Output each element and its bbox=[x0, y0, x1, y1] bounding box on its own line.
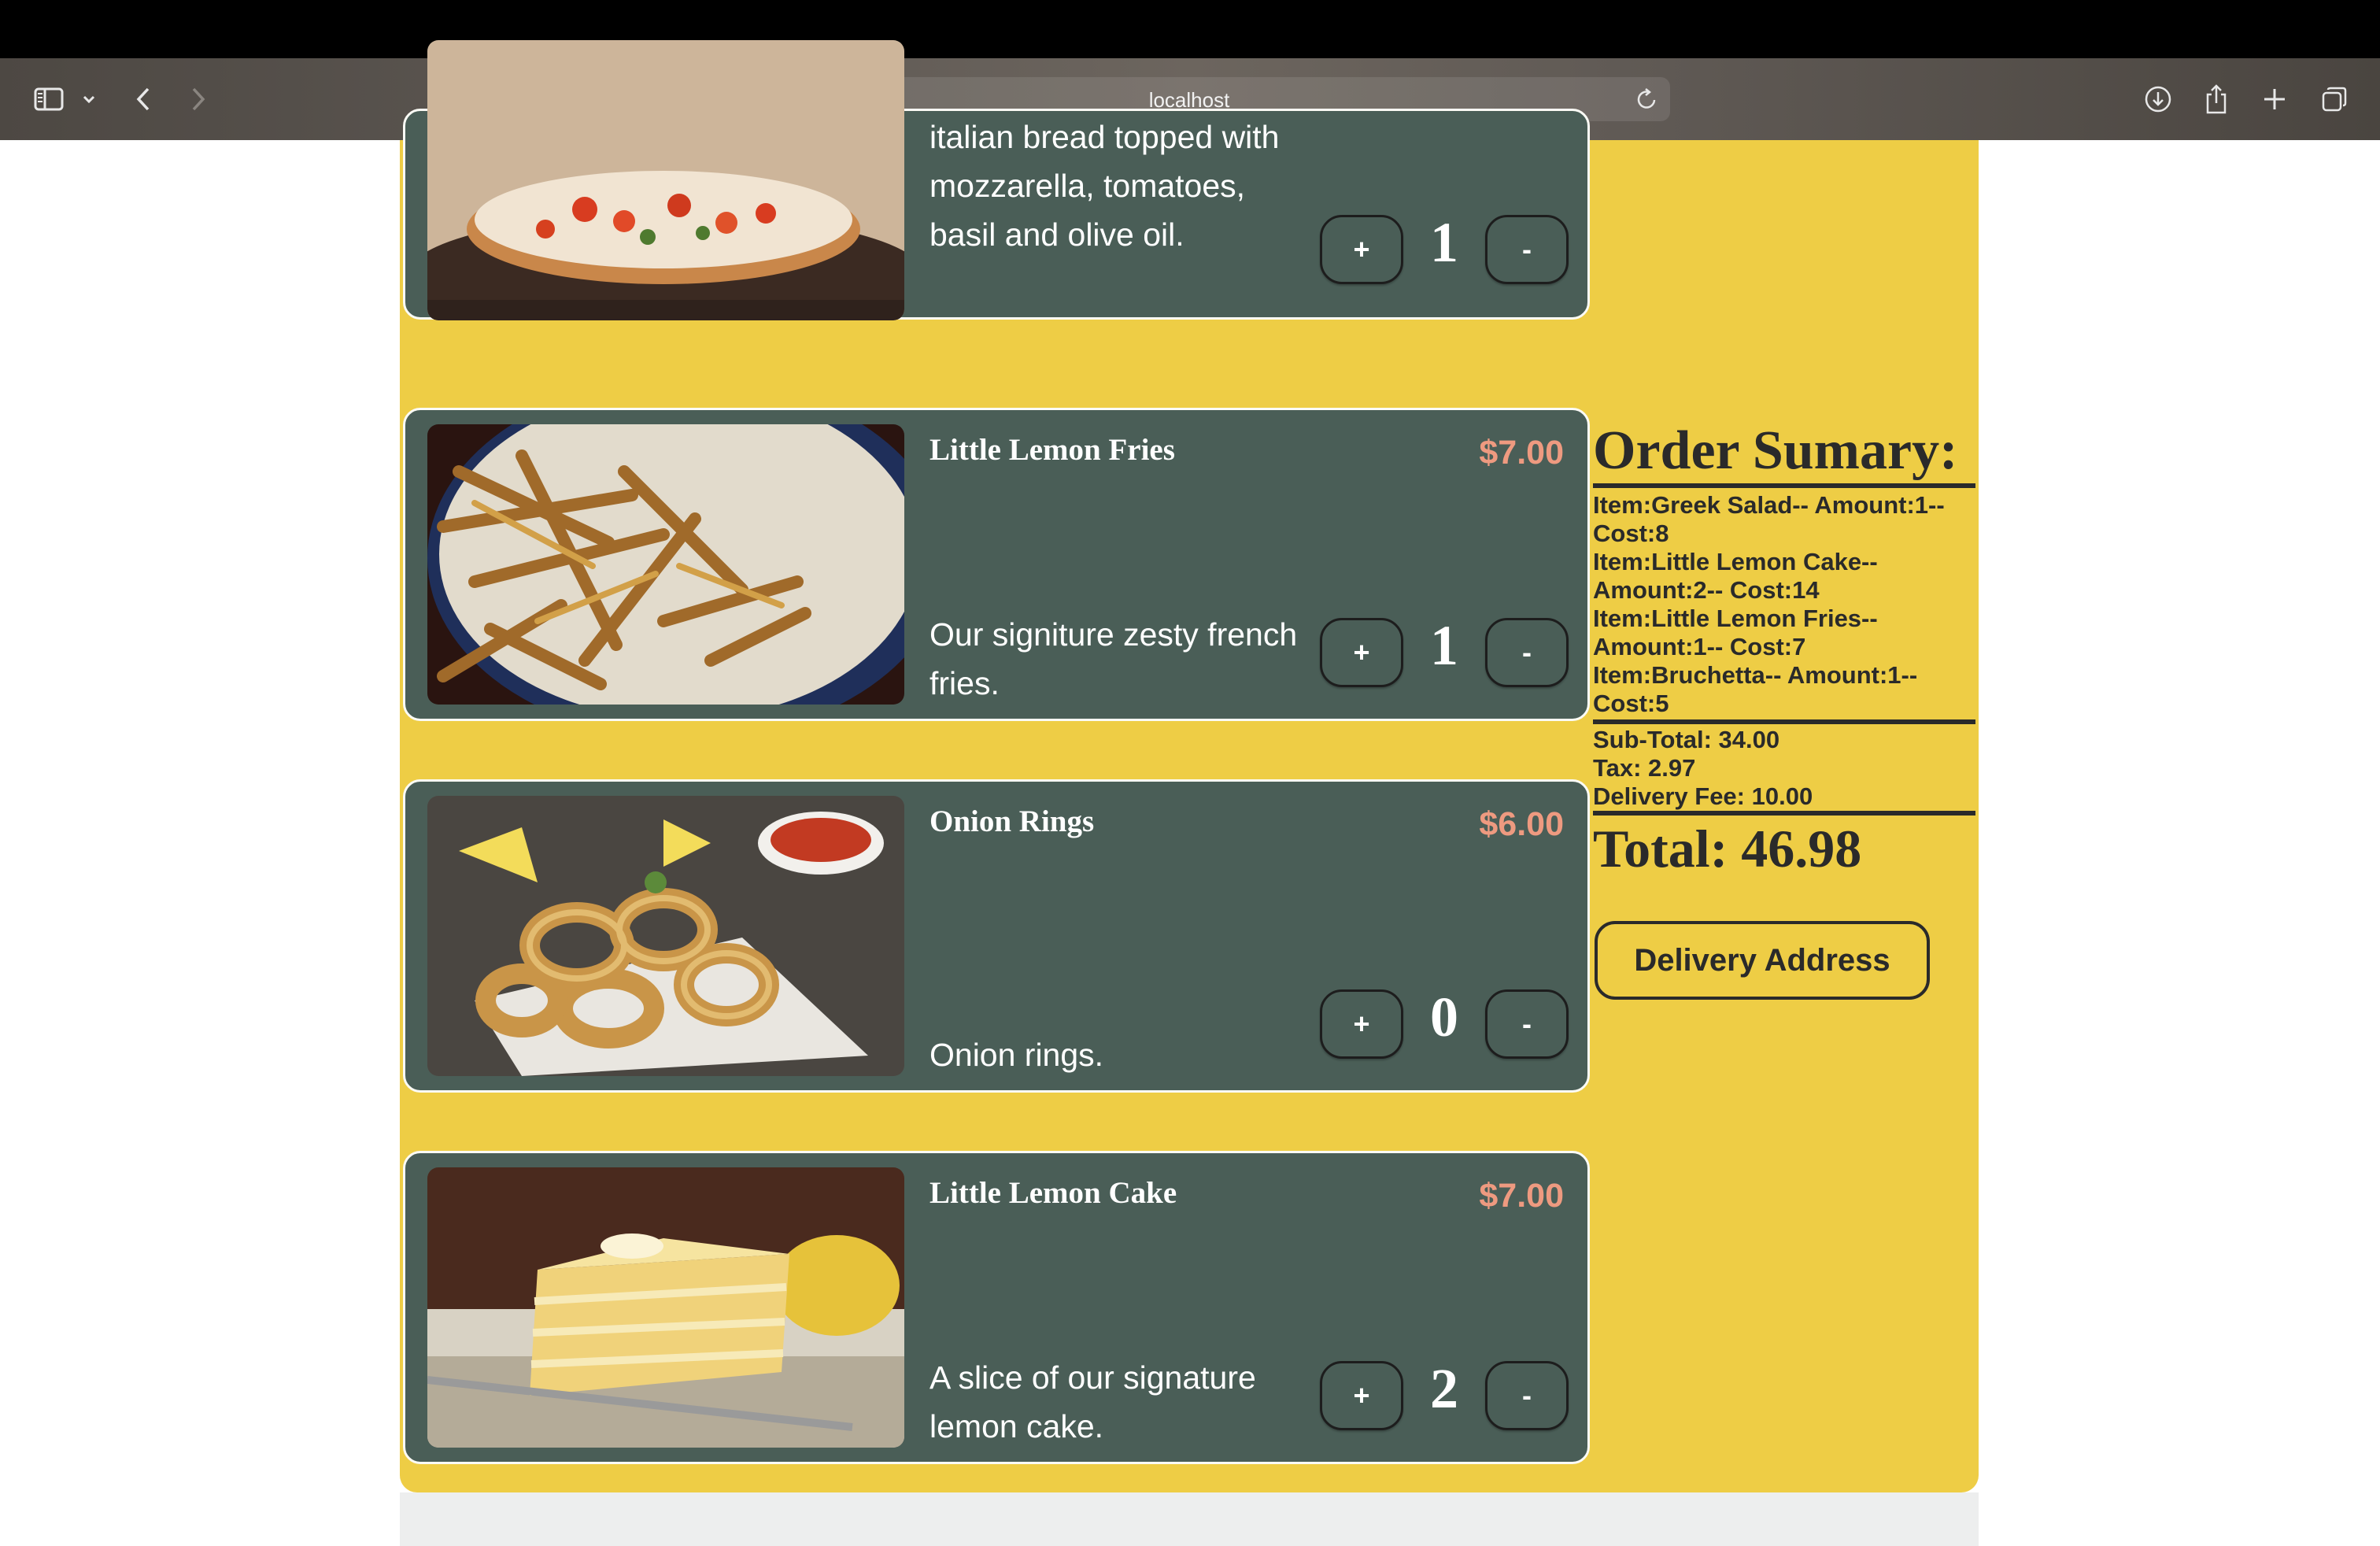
increase-quantity-button[interactable]: + bbox=[1320, 1361, 1403, 1430]
decrease-quantity-button[interactable]: - bbox=[1485, 989, 1569, 1059]
tax: Tax: 2.97 bbox=[1593, 754, 1696, 782]
summary-line: Item:Greek Salad-- Amount:1-- Cost:8 bbox=[1593, 491, 1945, 547]
decrease-quantity-button[interactable]: - bbox=[1485, 1361, 1569, 1430]
decrease-quantity-button[interactable]: - bbox=[1485, 618, 1569, 687]
dish-description: A slice of our signature lemon cake. bbox=[929, 1359, 1256, 1444]
summary-totals: Sub-Total: 34.00 Tax: 2.97 Delivery Fee:… bbox=[1593, 724, 1975, 811]
menu-item-card: Little Lemon Fries $7.00 Our signiture z… bbox=[403, 408, 1590, 721]
tab-overview-icon[interactable] bbox=[2319, 82, 2350, 117]
quantity-value: 0 bbox=[1430, 986, 1458, 1049]
sidebar-icon[interactable] bbox=[31, 82, 66, 117]
decrease-quantity-button[interactable]: - bbox=[1485, 215, 1569, 284]
quantity-value: 1 bbox=[1430, 211, 1458, 274]
fries-image bbox=[427, 424, 904, 705]
dish-name: Onion Rings bbox=[929, 804, 1095, 838]
dish-price: $7.00 bbox=[1479, 434, 1564, 472]
page-footer-area bbox=[400, 1492, 1979, 1546]
lemon-cake-image bbox=[427, 1167, 904, 1448]
dish-name: Little Lemon Fries bbox=[929, 433, 1175, 467]
summary-item-list: Item:Greek Salad-- Amount:1-- Cost:8 Ite… bbox=[1593, 488, 1975, 719]
increase-quantity-button[interactable]: + bbox=[1320, 618, 1403, 687]
bruchetta-image bbox=[427, 40, 904, 320]
dish-description: italian bread topped with mozzarella, to… bbox=[929, 119, 1280, 253]
downloads-icon[interactable] bbox=[2142, 82, 2174, 117]
dish-name: Little Lemon Cake bbox=[929, 1176, 1177, 1210]
dish-price: $7.00 bbox=[1479, 1177, 1564, 1215]
increase-quantity-button[interactable]: + bbox=[1320, 215, 1403, 284]
delivery-address-button[interactable]: Delivery Address bbox=[1595, 921, 1930, 1000]
new-tab-icon[interactable] bbox=[2259, 82, 2290, 117]
menu-item-card: italian bread topped with mozzarella, to… bbox=[403, 40, 1590, 320]
summary-line: Item:Little Lemon Cake-- Amount:2-- Cost… bbox=[1593, 548, 1878, 604]
summary-line: Item:Bruchetta-- Amount:1-- Cost:5 bbox=[1593, 661, 1918, 717]
menu-item-card: Onion Rings $6.00 Onion rings. + 0 - bbox=[403, 779, 1590, 1093]
delivery-fee: Delivery Fee: 10.00 bbox=[1593, 782, 1813, 810]
dish-price: $6.00 bbox=[1479, 805, 1564, 843]
reload-icon[interactable] bbox=[1635, 87, 1659, 115]
dish-description: Onion rings. bbox=[929, 1037, 1104, 1073]
share-icon[interactable] bbox=[2201, 82, 2232, 117]
quantity-value: 1 bbox=[1430, 614, 1458, 677]
subtotal: Sub-Total: 34.00 bbox=[1593, 726, 1780, 753]
onion-rings-image bbox=[427, 796, 904, 1076]
summary-line: Item:Little Lemon Fries-- Amount:1-- Cos… bbox=[1593, 605, 1878, 660]
summary-title: Order Sumary: bbox=[1593, 420, 1958, 481]
dish-description: Our signiture zesty french fries. bbox=[929, 616, 1298, 701]
menu-bar bbox=[0, 0, 2380, 58]
grand-total: Total: 46.98 bbox=[1593, 819, 1862, 878]
back-icon[interactable] bbox=[131, 82, 156, 117]
order-summary: Order Sumary: Item:Greek Salad-- Amount:… bbox=[1593, 419, 1975, 882]
forward-icon[interactable] bbox=[186, 82, 211, 117]
chevron-down-icon[interactable] bbox=[79, 82, 99, 117]
menu-item-card: Little Lemon Cake $7.00 A slice of our s… bbox=[403, 1151, 1590, 1464]
increase-quantity-button[interactable]: + bbox=[1320, 989, 1403, 1059]
quantity-value: 2 bbox=[1430, 1357, 1458, 1420]
